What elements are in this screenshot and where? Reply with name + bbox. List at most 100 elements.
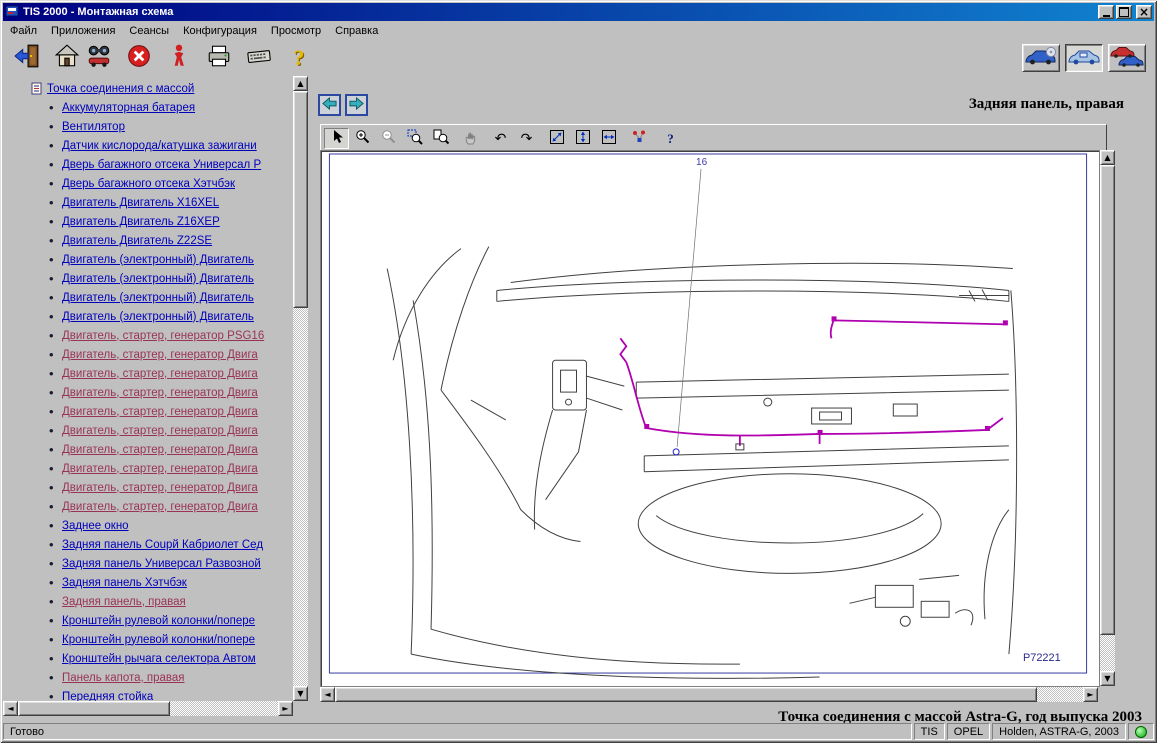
minimize-button[interactable]	[1098, 5, 1114, 19]
fit-width-tool-button[interactable]	[596, 128, 621, 149]
close-button[interactable]: ×	[1136, 5, 1152, 19]
fit-window-icon	[549, 129, 565, 148]
bullet-icon: •	[49, 407, 62, 417]
sidebar-link[interactable]: Заднее окно	[62, 520, 129, 532]
sidebar-link[interactable]: Двигатель, стартер, генератор PSG16	[62, 330, 264, 342]
sidebar-link[interactable]: Двигатель, стартер, генератор Двига	[62, 501, 258, 513]
hotspots-tool-button[interactable]	[626, 128, 651, 149]
sidebar-link[interactable]: Кронштейн рулевой колонки/попере	[62, 634, 255, 646]
sidebar-link[interactable]: Двигатель, стартер, генератор Двига	[62, 425, 258, 437]
menu-item-6[interactable]: Справка	[328, 24, 385, 38]
keyboard-icon	[246, 43, 272, 72]
scroll-thumb[interactable]	[18, 701, 170, 716]
sidebar-link[interactable]: Двигатель, стартер, генератор Двига	[62, 387, 258, 399]
bullet-icon: •	[49, 122, 62, 132]
fit-window-tool-button[interactable]	[544, 128, 569, 149]
vehicle-data-button[interactable]	[1065, 44, 1103, 72]
bullet-icon: •	[49, 274, 62, 284]
sidebar-link[interactable]: Двигатель (электронный) Двигатель	[62, 254, 254, 266]
sidebar-horizontal-scrollbar[interactable]: ◄ ►	[3, 701, 293, 716]
zoom-area-tool-button[interactable]	[402, 128, 427, 149]
sidebar-link[interactable]: Дверь багажного отсека Хэтчбэк	[62, 178, 235, 190]
sidebar-link[interactable]: Двигатель Двигатель Z22SE	[62, 235, 212, 247]
scroll-thumb[interactable]	[335, 687, 1037, 702]
scroll-thumb[interactable]	[293, 91, 308, 308]
sidebar-link[interactable]: Двигатель, стартер, генератор Двига	[62, 444, 258, 456]
scroll-thumb[interactable]	[1100, 165, 1115, 635]
scroll-left-button[interactable]: ◄	[3, 701, 18, 716]
sidebar-link[interactable]: Дверь багажного отсека Универсал Р	[62, 159, 261, 171]
sidebar-link[interactable]: Задняя панель Хэтчбэк	[62, 577, 187, 589]
tree-row: •Задняя панель Хэтчбэк	[3, 573, 293, 592]
sidebar-link[interactable]: Двигатель Двигатель Z16XEP	[62, 216, 220, 228]
bullet-icon: •	[49, 236, 62, 246]
sidebar-link[interactable]: Датчик кислорода/катушка зажигани	[62, 140, 257, 152]
sidebar-link[interactable]: Двигатель (электронный) Двигатель	[62, 292, 254, 304]
scroll-track[interactable]	[18, 701, 278, 716]
help-button[interactable]: ?	[283, 42, 315, 74]
scroll-down-button[interactable]: ▼	[293, 686, 308, 701]
diagnostics-button[interactable]	[1108, 44, 1146, 72]
sidebar-link[interactable]: Двигатель, стартер, генератор Двига	[62, 406, 258, 418]
viewer-help-button[interactable]: ?	[658, 128, 683, 149]
sidebar-vertical-scrollbar[interactable]: ▲ ▼	[293, 76, 308, 701]
sidebar-link[interactable]: Задняя панель Coupй Кабриолет Сед	[62, 539, 263, 551]
scroll-right-button[interactable]: ►	[278, 701, 293, 716]
menu-item-3[interactable]: Сеансы	[122, 24, 176, 38]
scroll-track[interactable]	[293, 91, 308, 686]
scroll-up-button[interactable]: ▲	[293, 76, 308, 91]
scroll-down-button[interactable]: ▼	[1100, 671, 1115, 686]
sidebar-link[interactable]: Кронштейн рычага селектора Автом	[62, 653, 256, 665]
sidebar-link[interactable]: Передняя стойка	[62, 691, 153, 702]
sidebar-link[interactable]: Вентилятор	[62, 121, 125, 133]
scroll-track[interactable]	[335, 687, 1083, 702]
zoom-page-tool-button[interactable]	[428, 128, 453, 149]
vehicle-search-button[interactable]	[83, 42, 115, 74]
assistant-button[interactable]	[163, 42, 195, 74]
sidebar-link-current[interactable]: Задняя панель, правая	[62, 596, 186, 608]
app-window: TIS 2000 - Монтажная схема × ФайлПриложе…	[0, 0, 1157, 743]
maximize-button[interactable]	[1116, 5, 1132, 19]
sidebar-link[interactable]: Двигатель, стартер, генератор Двига	[62, 482, 258, 494]
forward-button[interactable]	[345, 94, 368, 116]
sidebar-link[interactable]: Кронштейн рулевой колонки/попере	[62, 615, 255, 627]
diagram-horizontal-scrollbar[interactable]: ◄ ►	[320, 687, 1098, 702]
sidebar-link[interactable]: Двигатель, стартер, генератор Двига	[62, 463, 258, 475]
sidebar-link[interactable]: Двигатель, стартер, генератор Двига	[62, 368, 258, 380]
rotate-cw-tool-button[interactable]: ↷	[514, 128, 539, 149]
fit-height-tool-button[interactable]	[570, 128, 595, 149]
cancel-button[interactable]	[123, 42, 155, 74]
zoom-in-tool-button[interactable]	[350, 128, 375, 149]
print-button[interactable]	[203, 42, 235, 74]
menu-item-2[interactable]: Приложения	[44, 24, 122, 38]
pan-tool-button[interactable]	[458, 128, 483, 149]
scroll-up-button[interactable]: ▲	[1100, 150, 1115, 165]
menu-item-4[interactable]: Конфигурация	[176, 24, 264, 38]
sidebar-link[interactable]: Точка соединения с массой	[47, 83, 194, 95]
scroll-right-button[interactable]: ►	[1083, 687, 1098, 702]
diagram-vertical-scrollbar[interactable]: ▲ ▼	[1100, 150, 1115, 686]
sidebar-link[interactable]: Аккумуляторная батарея	[62, 102, 195, 114]
menu-item-1[interactable]: Файл	[3, 24, 44, 38]
keyboard-button[interactable]	[243, 42, 275, 74]
menu-item-5[interactable]: Просмотр	[264, 24, 328, 38]
scroll-track[interactable]	[1100, 165, 1115, 671]
exit-button[interactable]	[11, 42, 43, 74]
sidebar-link[interactable]: Задняя панель Универсал Развозной	[62, 558, 261, 570]
home-button[interactable]	[51, 42, 83, 74]
zoom-out-tool-button[interactable]	[376, 128, 401, 149]
history-nav	[318, 94, 368, 116]
select-tool-button[interactable]	[324, 128, 349, 149]
back-button[interactable]	[318, 94, 341, 116]
sidebar-link[interactable]: Двигатель (электронный) Двигатель	[62, 273, 254, 285]
print-icon	[206, 43, 232, 72]
scroll-left-button[interactable]: ◄	[320, 687, 335, 702]
parts-catalog-button[interactable]	[1022, 44, 1060, 72]
diagram-canvas[interactable]: 16 P72221	[320, 150, 1100, 687]
rotate-ccw-tool-button[interactable]: ↶	[488, 128, 513, 149]
sidebar-link[interactable]: Панель капота, правая	[62, 672, 185, 684]
sidebar-link[interactable]: Двигатель (электронный) Двигатель	[62, 311, 254, 323]
sidebar-link[interactable]: Двигатель, стартер, генератор Двига	[62, 349, 258, 361]
forward-arrow-icon	[348, 96, 365, 114]
sidebar-link[interactable]: Двигатель Двигатель X16XEL	[62, 197, 219, 209]
